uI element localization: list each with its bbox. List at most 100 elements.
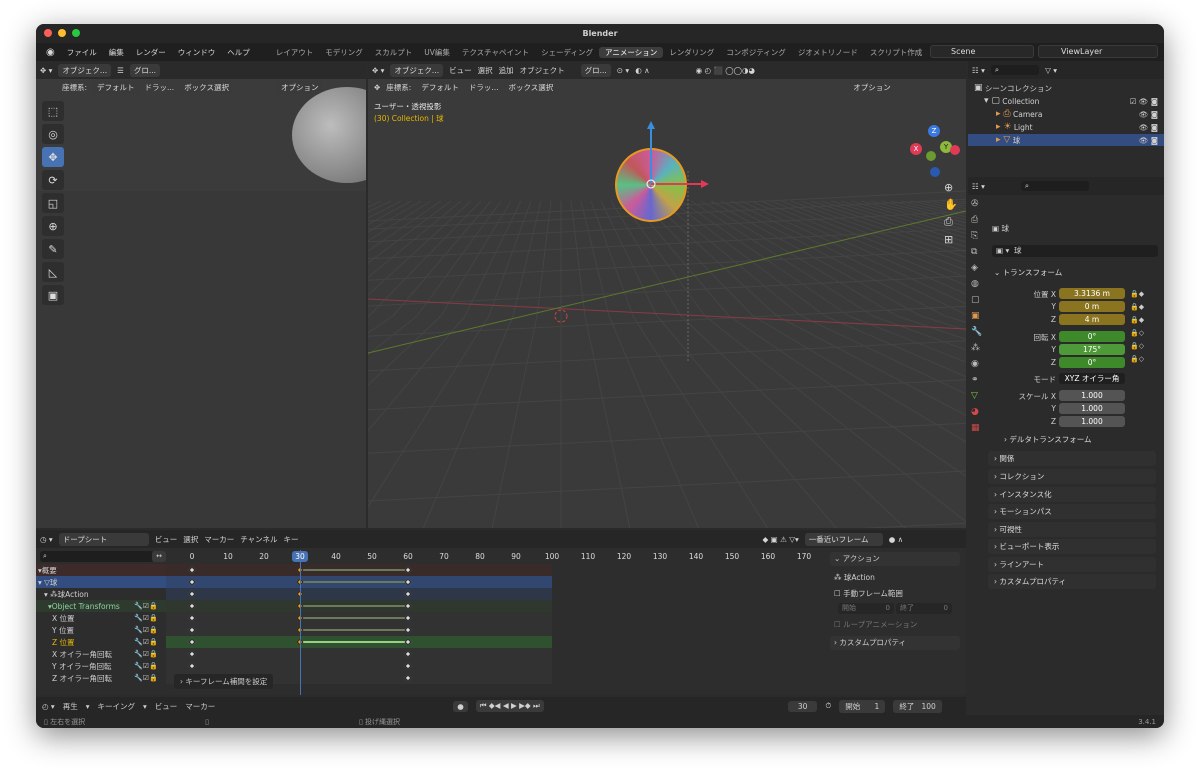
menu-add[interactable]: 追加: [499, 65, 514, 76]
cursor-icon[interactable]: ◎: [42, 124, 64, 144]
playback-controls[interactable]: ⏮ ◆◀ ◀ ▶ ▶◆ ⏭: [475, 700, 544, 712]
camera-icon[interactable]: ⎙: [944, 215, 958, 229]
mode-select[interactable]: オブジェク...: [58, 63, 112, 77]
hand-icon[interactable]: ✋: [944, 198, 958, 211]
editor-type-icon[interactable]: ✥ ▾: [40, 66, 52, 75]
snap-select[interactable]: 一番近いフレーム: [804, 532, 883, 546]
rotation-y-field[interactable]: 175°: [1059, 344, 1125, 355]
menu-view[interactable]: ビュー: [155, 701, 178, 712]
menu-view[interactable]: ビュー: [449, 65, 472, 76]
panel-collections[interactable]: › コレクション: [988, 469, 1156, 484]
options-button[interactable]: オプション: [849, 81, 895, 94]
menu-icon[interactable]: ☰: [117, 66, 124, 75]
menu-file[interactable]: ファイル: [61, 47, 103, 58]
coord-select[interactable]: デフォルト: [93, 81, 139, 94]
scale-y-field[interactable]: 1.000: [1059, 403, 1125, 414]
outliner-type-icon[interactable]: ☷ ▾: [972, 66, 985, 75]
channel-summary[interactable]: ▾ 概要: [36, 564, 166, 576]
frame-ruler[interactable]: 0 10 20 30 40 50 60 70 80 90 100 110 120 130 140 150 160…: [166, 552, 824, 564]
current-frame-field[interactable]: 30: [787, 700, 818, 712]
start-frame-field[interactable]: 開始 1: [839, 699, 886, 713]
menu-playback[interactable]: 再生: [63, 701, 78, 712]
camera-row[interactable]: ▸ ⎙ Camera 👁 ◙: [968, 108, 1164, 120]
constraints-tab-icon[interactable]: ⚭: [971, 375, 985, 385]
texture-tab-icon[interactable]: ▦: [971, 423, 985, 433]
panel-custom-properties[interactable]: › カスタムプロパティ: [988, 574, 1156, 589]
swap-icon[interactable]: ↔: [152, 551, 166, 562]
menu-key[interactable]: キー: [283, 534, 298, 545]
filter-icon[interactable]: ▽ ▾: [1045, 66, 1057, 75]
zoom-icon[interactable]: ⊕: [944, 181, 958, 194]
loop-checkbox[interactable]: ☐ ループアニメーション: [834, 619, 917, 630]
tab-modeling[interactable]: モデリング: [319, 47, 369, 58]
tool-tab-icon[interactable]: ✇: [971, 199, 985, 209]
add-cube-icon[interactable]: ▣: [42, 285, 64, 305]
render-tab-icon[interactable]: ⎙: [971, 215, 985, 225]
menu-help[interactable]: ヘルプ: [221, 47, 256, 58]
gizmo-x-neg[interactable]: [950, 145, 960, 155]
drag-select[interactable]: ドラッ...: [145, 82, 175, 93]
options-button[interactable]: オプション: [276, 81, 323, 94]
tab-geometry-nodes[interactable]: ジオメトリノード: [792, 47, 864, 58]
sphere-row[interactable]: ▸ ▽ 球 👁 ◙: [968, 134, 1164, 146]
menu-marker[interactable]: マーカー: [185, 701, 215, 712]
box-select[interactable]: ボックス選択: [180, 81, 233, 94]
tab-shading[interactable]: シェーディング: [535, 47, 599, 58]
action-end-field[interactable]: 終了 0: [896, 603, 952, 614]
stopwatch-icon[interactable]: ⏱: [825, 701, 831, 711]
visibility-icon[interactable]: 👁 ◙: [1139, 110, 1158, 119]
coord-select[interactable]: デフォルト: [417, 81, 463, 94]
object-name-field[interactable]: ▣ ▾ 球: [992, 245, 1158, 257]
proportional-icon[interactable]: ● ∧: [889, 535, 903, 544]
manual-range-checkbox[interactable]: ☐ 手動フレーム範囲: [834, 588, 903, 599]
action-panel-header[interactable]: ⌄ アクション: [830, 552, 960, 566]
blender-logo-icon[interactable]: ◉: [40, 47, 61, 58]
channel-action[interactable]: ▾ ⁂ 球Action: [36, 588, 166, 600]
menu-keying[interactable]: キーイング: [97, 701, 135, 712]
scale-z-field[interactable]: 1.000: [1059, 416, 1125, 427]
drag-select[interactable]: ドラッ...: [469, 82, 499, 93]
tab-layout[interactable]: レイアウト: [270, 47, 320, 58]
measure-icon[interactable]: ◺: [42, 262, 64, 282]
physics-tab-icon[interactable]: ◉: [971, 359, 985, 369]
location-z-field[interactable]: 4 m: [1059, 314, 1125, 325]
playhead-frame[interactable]: 30: [292, 551, 308, 562]
menu-object[interactable]: オブジェクト: [520, 65, 565, 76]
scale-x-field[interactable]: 1.000: [1059, 390, 1125, 401]
left-viewport[interactable]: ✥ ▾ オブジェク... ☰ グロ... 座標系: デフォルト ドラッ... ボ…: [36, 61, 366, 528]
playhead[interactable]: [300, 550, 301, 695]
transform-icon[interactable]: ⊕: [42, 216, 64, 236]
search-icon[interactable]: ⌕: [990, 65, 1040, 75]
box-select[interactable]: ボックス選択: [504, 81, 558, 94]
transform-orientation[interactable]: グロ...: [129, 63, 160, 77]
visibility-icon[interactable]: 👁 ◙: [1139, 123, 1158, 132]
material-tab-icon[interactable]: ◕: [971, 407, 985, 417]
menu-select[interactable]: 選択: [478, 65, 493, 76]
light-row[interactable]: ▸ ☀ Light 👁 ◙: [968, 121, 1164, 133]
tab-rendering[interactable]: レンダリング: [663, 47, 720, 58]
scene-collection-row[interactable]: ▣ シーンコレクション: [968, 82, 1164, 94]
panel-line-art[interactable]: › ラインアート: [988, 557, 1156, 572]
tab-animation[interactable]: アニメーション: [599, 46, 664, 58]
data-tab-icon[interactable]: ▽: [971, 391, 985, 401]
move-icon[interactable]: ✥: [374, 83, 380, 92]
menu-select[interactable]: 選択: [183, 534, 198, 545]
channel-search[interactable]: ⌕: [40, 551, 154, 562]
close-icon[interactable]: [44, 29, 52, 37]
gizmo-z-neg[interactable]: [930, 167, 940, 177]
tab-compositing[interactable]: コンポジティング: [720, 47, 792, 58]
search-icon[interactable]: ⌕: [1020, 181, 1090, 191]
grid-icon[interactable]: ⊞: [944, 233, 958, 246]
menu-view[interactable]: ビュー: [155, 534, 178, 545]
snap-icon[interactable]: ⊙ ▾: [617, 66, 629, 75]
transform-orientation[interactable]: グロ...: [580, 63, 611, 77]
record-icon[interactable]: ●: [453, 700, 468, 712]
tab-texture-paint[interactable]: テクスチャペイント: [456, 47, 535, 58]
end-frame-field[interactable]: 終了 100: [893, 699, 942, 713]
scene-selector[interactable]: Scene: [930, 45, 1034, 58]
rotation-mode-select[interactable]: XYZ オイラー角: [1059, 373, 1125, 384]
timeline-editor-icon[interactable]: ◴ ▾: [42, 702, 55, 711]
proportional-icon[interactable]: ◐ ∧: [635, 66, 649, 75]
move-icon[interactable]: ✥: [42, 147, 64, 167]
interpolation-popup[interactable]: › キーフレーム補間を設定: [174, 674, 274, 689]
